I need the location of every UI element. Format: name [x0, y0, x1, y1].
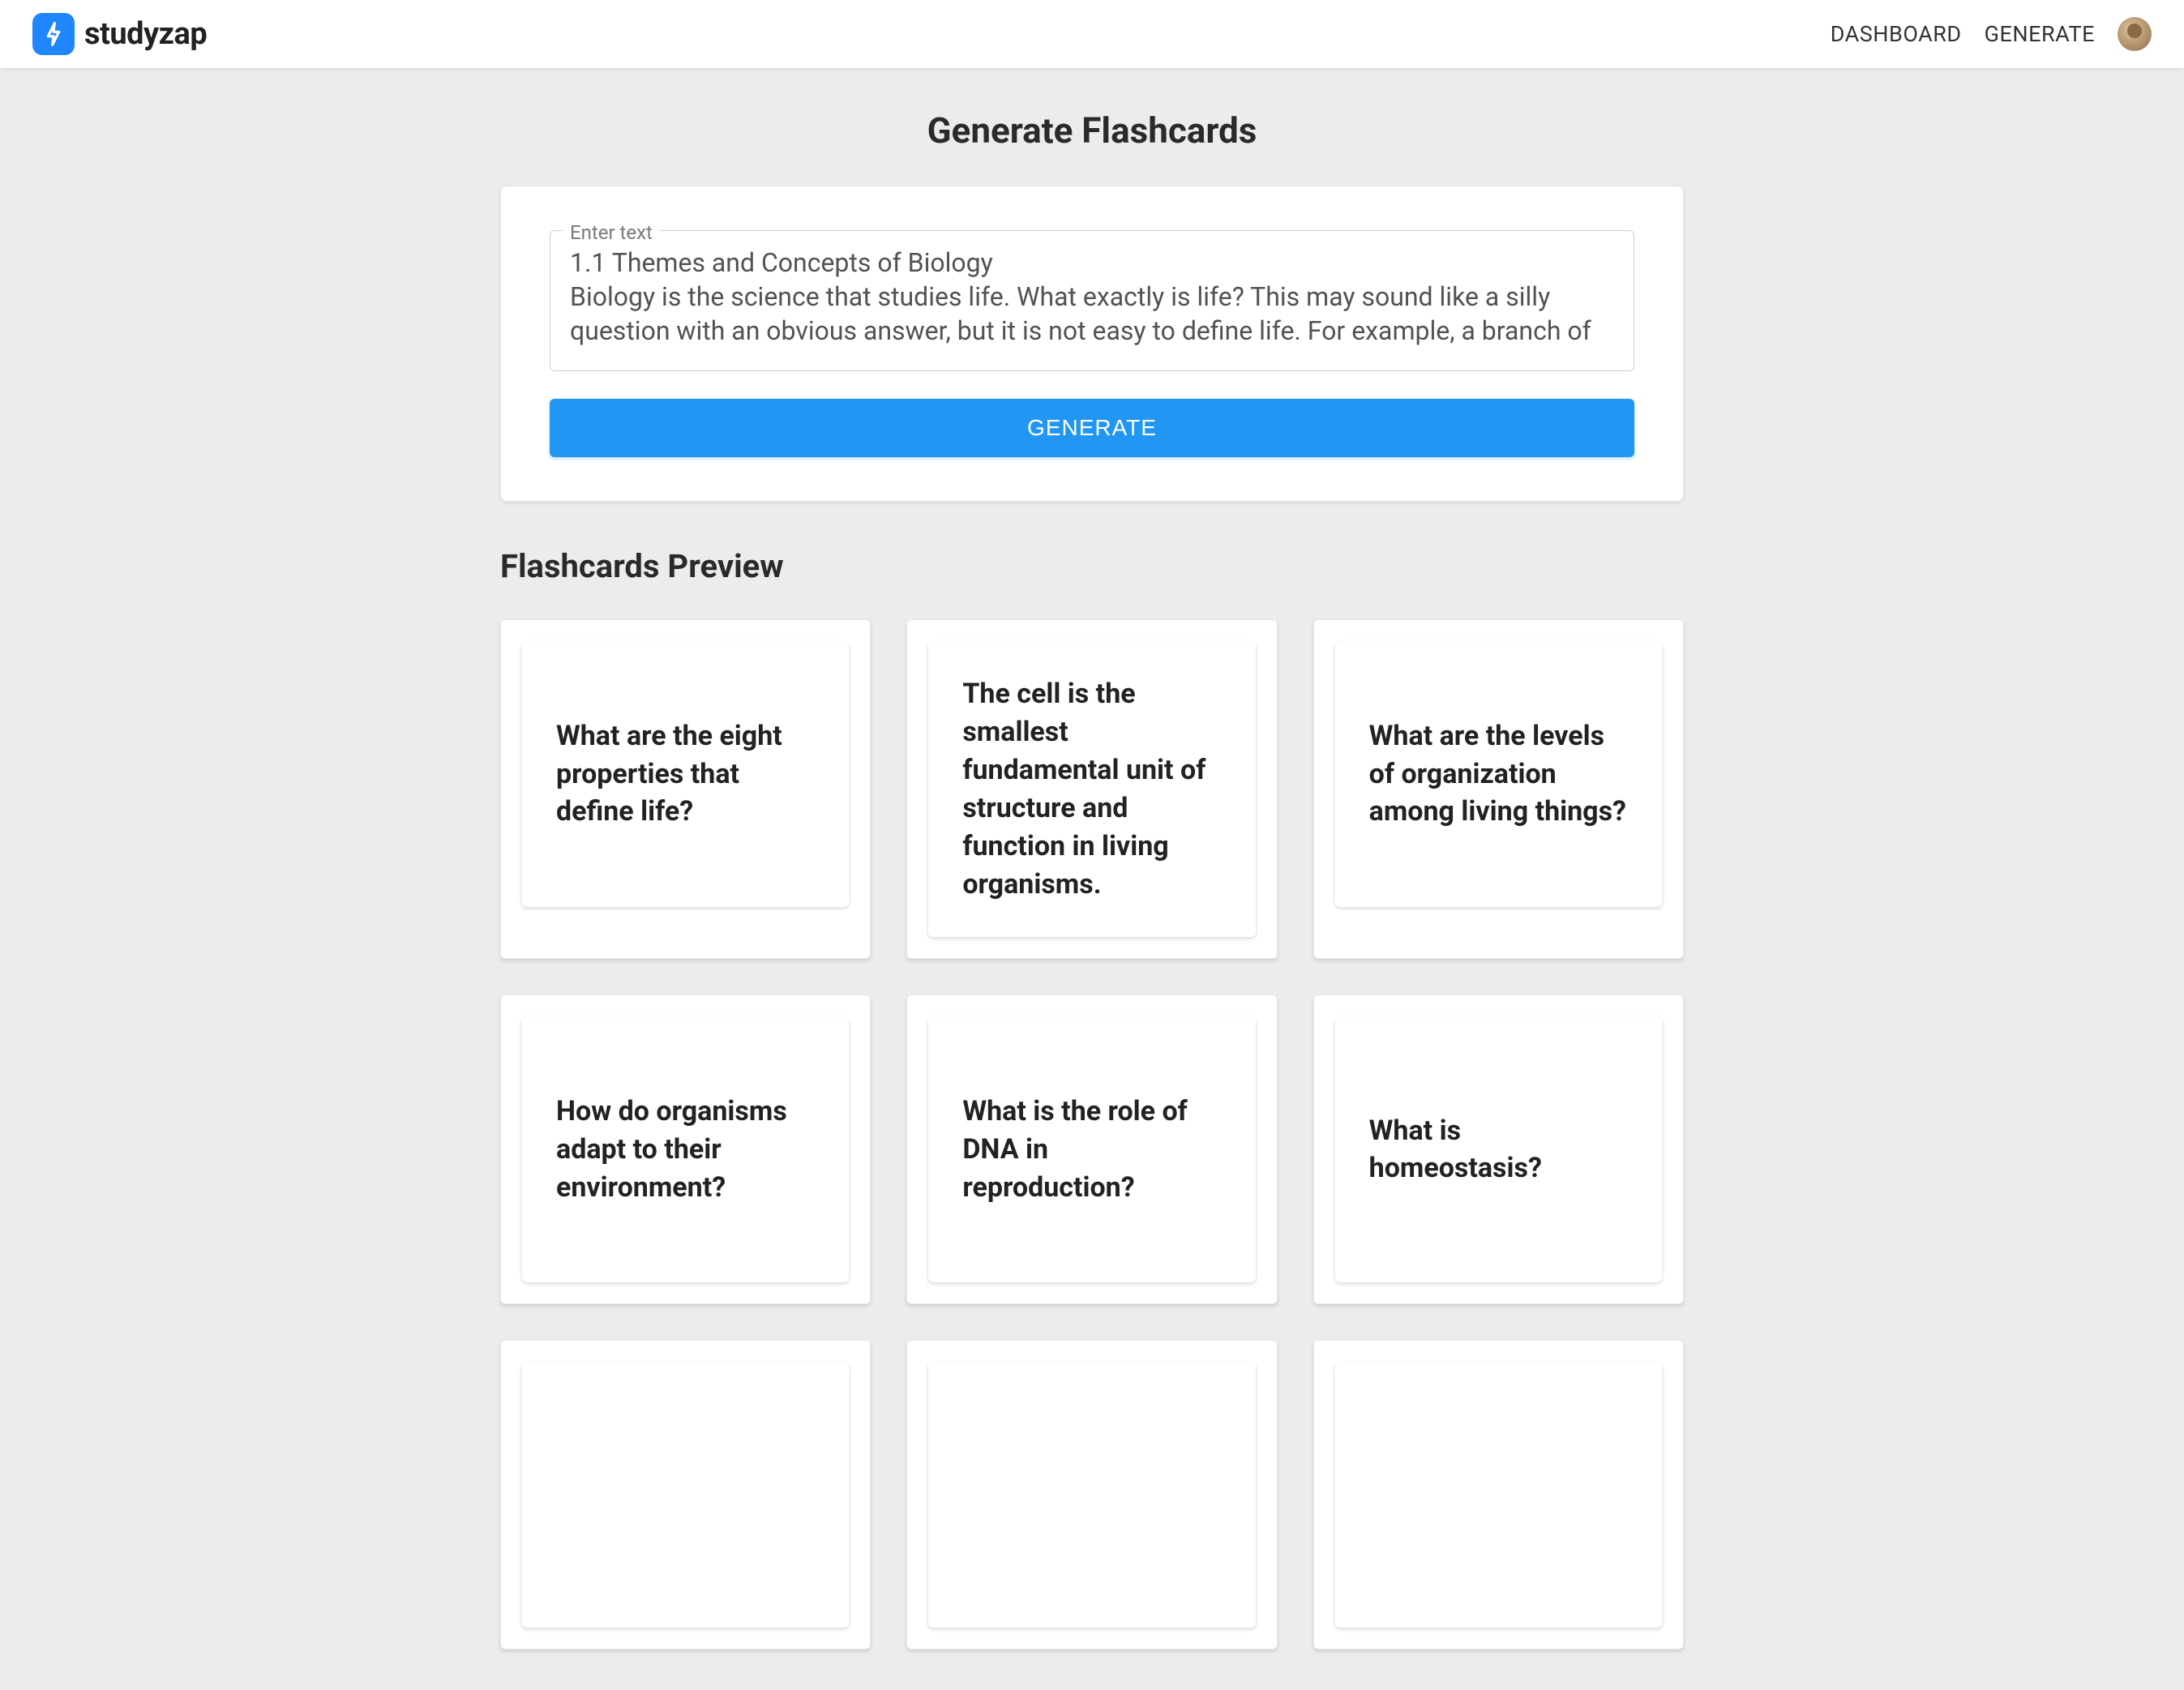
brand[interactable]: studyzap — [32, 13, 207, 55]
flashcard[interactable]: The cell is the smallest fundamental uni… — [906, 619, 1277, 959]
generate-button[interactable]: GENERATE — [550, 399, 1634, 457]
generator-card: Enter text GENERATE — [500, 186, 1684, 502]
flashcard-inner: What are the levels of organization amon… — [1335, 641, 1662, 907]
avatar[interactable] — [2118, 17, 2152, 51]
flashcard-text: How do organisms adapt to their environm… — [556, 1093, 815, 1207]
flashcard[interactable]: What is homeostasis? — [1313, 995, 1684, 1304]
top-nav: DASHBOARD GENERATE — [1831, 17, 2152, 51]
flashcard-inner — [1335, 1362, 1662, 1628]
flashcard[interactable]: What are the levels of organization amon… — [1313, 619, 1684, 959]
flashcard[interactable] — [1313, 1340, 1684, 1649]
flashcard-inner — [928, 1362, 1255, 1628]
flashcard[interactable] — [906, 1340, 1277, 1649]
main-content: Generate Flashcards Enter text GENERATE … — [468, 69, 1716, 1690]
page-title: Generate Flashcards — [500, 109, 1684, 152]
preview-title: Flashcards Preview — [500, 547, 1684, 585]
flashcard-text: What is homeostasis? — [1369, 1112, 1628, 1188]
flashcard-inner: The cell is the smallest fundamental uni… — [928, 641, 1255, 937]
flashcard-text: What are the levels of organization amon… — [1369, 717, 1628, 832]
app-header: studyzap DASHBOARD GENERATE — [0, 0, 2184, 69]
flashcard-inner: What are the eight properties that defin… — [522, 641, 849, 907]
flashcard-text: What is the role of DNA in reproduction? — [962, 1093, 1221, 1207]
brand-name: studyzap — [84, 16, 207, 52]
flashcard-text: What are the eight properties that defin… — [556, 717, 815, 832]
flashcard[interactable]: How do organisms adapt to their environm… — [500, 995, 871, 1304]
brand-logo-icon — [32, 13, 75, 55]
flashcard-inner: How do organisms adapt to their environm… — [522, 1016, 849, 1282]
flashcard-text: The cell is the smallest fundamental uni… — [962, 675, 1221, 903]
text-input-label: Enter text — [563, 221, 659, 244]
nav-generate[interactable]: GENERATE — [1985, 21, 2095, 47]
flashcard-inner: What is the role of DNA in reproduction? — [928, 1016, 1255, 1282]
flashcard[interactable]: What are the eight properties that defin… — [500, 619, 871, 959]
flashcard[interactable]: What is the role of DNA in reproduction? — [906, 995, 1277, 1304]
nav-dashboard[interactable]: DASHBOARD — [1831, 21, 1962, 47]
flashcard-inner: What is homeostasis? — [1335, 1016, 1662, 1282]
flashcard[interactable] — [500, 1340, 871, 1649]
text-input[interactable] — [570, 246, 1614, 351]
flashcards-grid: What are the eight properties that defin… — [500, 619, 1684, 1649]
flashcard-inner — [522, 1362, 849, 1628]
text-input-wrapper[interactable]: Enter text — [550, 230, 1634, 371]
